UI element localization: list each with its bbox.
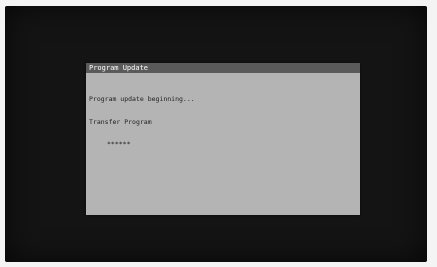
status-line-update-beginning: Program update beginning...	[89, 95, 195, 103]
progress-indicator: ******	[107, 140, 131, 148]
status-line-transfer-program: Transfer Program	[89, 117, 152, 126]
monitor-bezel: Program Update Program update beginning.…	[0, 0, 437, 267]
program-update-dialog: Program Update Program update beginning.…	[86, 63, 360, 215]
display-screen: Program Update Program update beginning.…	[5, 6, 427, 262]
dialog-message: Program update beginning... Transfer Pro…	[89, 81, 355, 164]
dialog-title: Program Update	[86, 63, 360, 73]
